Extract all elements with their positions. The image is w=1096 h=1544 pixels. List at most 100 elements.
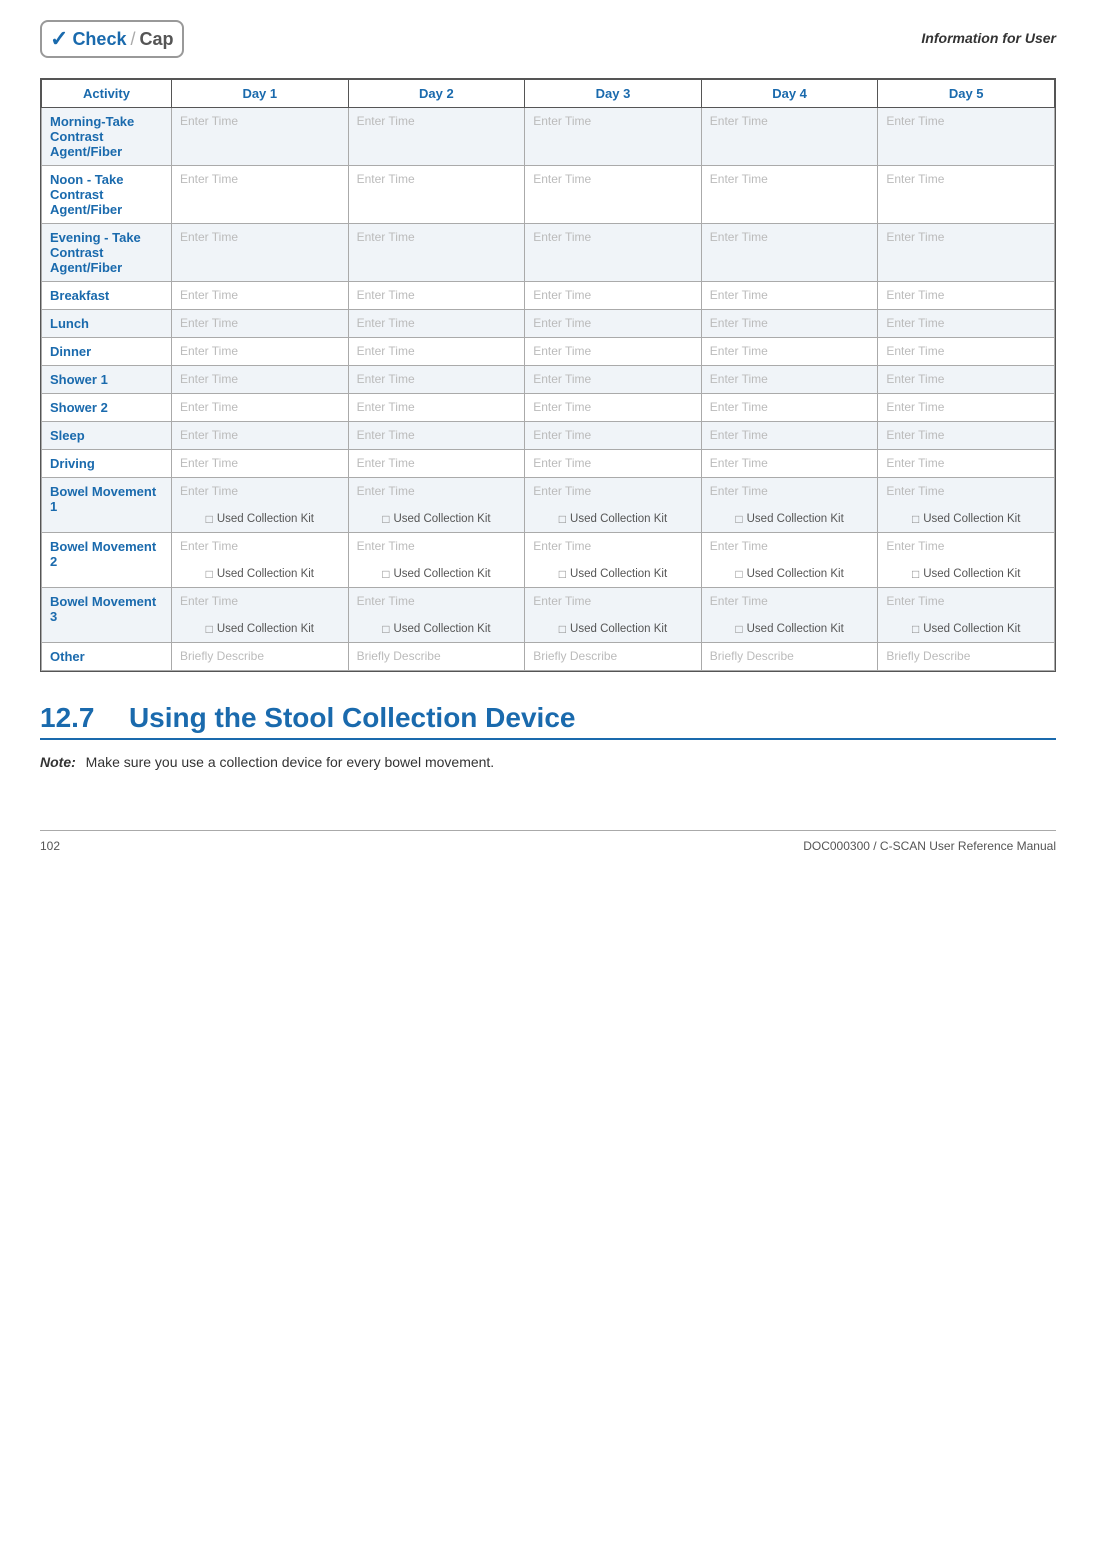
day-4-cell[interactable]: Enter Time [701,450,878,478]
enter-time-text[interactable]: Enter Time [886,400,944,414]
day-1-cell[interactable]: Enter Time □Used Collection Kit [172,533,349,588]
enter-time-text[interactable]: Enter Time [357,344,415,358]
day-3-cell[interactable]: Enter Time□Used Collection Kit [525,533,702,588]
enter-time-text[interactable]: Enter Time [710,484,870,498]
day-4-cell[interactable]: Enter Time [701,108,878,166]
enter-time-text[interactable]: Enter Time [533,316,591,330]
checkbox-row[interactable]: □Used Collection Kit [357,622,517,636]
day-5-cell[interactable]: Enter Time [878,224,1055,282]
enter-time-text[interactable]: Enter Time [180,428,238,442]
enter-time-text[interactable]: Enter Time [357,484,517,498]
enter-time-text[interactable]: Enter Time [357,114,415,128]
day-4-cell[interactable]: Enter Time [701,366,878,394]
enter-time-text[interactable]: Enter Time [533,400,591,414]
enter-time-text[interactable]: Enter Time [533,539,693,553]
enter-time-text[interactable]: Enter Time [533,484,693,498]
checkbox-row[interactable]: □Used Collection Kit [710,512,870,526]
enter-time-text[interactable]: Enter Time [533,288,591,302]
checkbox-icon[interactable]: □ [912,622,919,636]
checkbox-icon[interactable]: □ [912,567,919,581]
day-2-cell[interactable]: Enter Time [348,450,525,478]
enter-time-text[interactable]: Enter Time [886,344,944,358]
enter-time-text[interactable]: Enter Time [886,484,1046,498]
day-4-cell[interactable]: Briefly Describe [701,643,878,671]
enter-time-text[interactable]: Enter Time [533,428,591,442]
day-3-cell[interactable]: Enter Time [525,224,702,282]
day-1-cell[interactable]: Enter Time [172,108,349,166]
day-5-cell[interactable]: Enter Time [878,310,1055,338]
enter-time-text[interactable]: Enter Time [533,594,693,608]
enter-time-text[interactable]: Enter Time [180,172,238,186]
enter-time-text[interactable]: Enter Time [710,172,768,186]
checkbox-row[interactable]: □Used Collection Kit [180,567,340,581]
enter-time-text[interactable]: Enter Time [180,456,238,470]
enter-time-text[interactable]: Enter Time [180,372,238,386]
day-5-cell[interactable]: Enter Time [878,338,1055,366]
day-1-cell[interactable]: Enter Time [172,422,349,450]
enter-time-text[interactable]: Enter Time [886,288,944,302]
day-5-cell[interactable]: Enter Time□Used Collection Kit [878,533,1055,588]
day-2-cell[interactable]: Enter Time [348,224,525,282]
checkbox-row[interactable]: □Used Collection Kit [886,512,1046,526]
enter-time-text[interactable]: Enter Time [710,372,768,386]
day-2-cell[interactable]: Enter Time [348,394,525,422]
day-4-cell[interactable]: Enter Time □Used Collection Kit [701,533,878,588]
day-3-cell[interactable]: Enter Time [525,366,702,394]
day-3-cell[interactable]: Briefly Describe [525,643,702,671]
day-4-cell[interactable]: Enter Time [701,224,878,282]
day-4-cell[interactable]: Enter Time [701,310,878,338]
enter-time-text[interactable]: Enter Time [357,594,517,608]
enter-time-text[interactable]: Enter Time [180,316,238,330]
day-5-cell[interactable]: Enter Time □Used Collection Kit [878,478,1055,533]
day-2-cell[interactable]: Enter Time [348,366,525,394]
enter-time-text[interactable]: Enter Time [180,594,340,608]
enter-time-text[interactable]: Enter Time [886,456,944,470]
day-2-cell[interactable]: Enter Time [348,282,525,310]
checkbox-icon[interactable]: □ [735,512,742,526]
day-3-cell[interactable]: Enter Time [525,450,702,478]
day-4-cell[interactable]: Enter Time [701,422,878,450]
checkbox-icon[interactable]: □ [559,622,566,636]
enter-time-text[interactable]: Enter Time [710,539,870,553]
enter-time-text[interactable]: Enter Time [710,400,768,414]
enter-time-text[interactable]: Enter Time [533,230,591,244]
day-5-cell[interactable]: Enter Time [878,394,1055,422]
enter-time-text[interactable]: Enter Time [886,594,1046,608]
day-1-cell[interactable]: Enter Time [172,310,349,338]
checkbox-row[interactable]: □Used Collection Kit [180,622,340,636]
day-3-cell[interactable]: Enter Time [525,338,702,366]
checkbox-icon[interactable]: □ [559,512,566,526]
enter-time-text[interactable]: Enter Time [357,316,415,330]
checkbox-row[interactable]: □Used Collection Kit [180,512,340,526]
checkbox-icon[interactable]: □ [559,567,566,581]
enter-time-text[interactable]: Enter Time [886,230,944,244]
day-3-cell[interactable]: Enter Time [525,422,702,450]
day-4-cell[interactable]: Enter Time□Used Collection Kit [701,588,878,643]
checkbox-row[interactable]: □Used Collection Kit [357,512,517,526]
day-1-cell[interactable]: Enter Time □Used Collection Kit [172,588,349,643]
enter-time-text[interactable]: Enter Time [180,539,340,553]
day-1-cell[interactable]: Enter Time [172,338,349,366]
enter-time-text[interactable]: Enter Time [533,456,591,470]
enter-time-text[interactable]: Enter Time [533,114,591,128]
enter-time-text[interactable]: Enter Time [710,230,768,244]
day-2-cell[interactable]: Enter Time□Used Collection Kit [348,533,525,588]
enter-time-text[interactable]: Enter Time [710,316,768,330]
checkbox-row[interactable]: □Used Collection Kit [886,567,1046,581]
enter-time-text[interactable]: Enter Time [357,428,415,442]
checkbox-icon[interactable]: □ [382,512,389,526]
enter-time-text[interactable]: Enter Time [710,288,768,302]
day-2-cell[interactable]: Enter Time □Used Collection Kit [348,478,525,533]
day-1-cell[interactable]: Enter Time□Used Collection Kit [172,478,349,533]
day-2-cell[interactable]: Enter Time [348,422,525,450]
enter-time-text[interactable]: Enter Time [533,344,591,358]
day-1-cell[interactable]: Enter Time [172,394,349,422]
day-3-cell[interactable]: Enter Time [525,108,702,166]
day-2-cell[interactable]: Enter Time [348,166,525,224]
day-2-cell[interactable]: Enter Time □Used Collection Kit [348,588,525,643]
day-2-cell[interactable]: Enter Time [348,310,525,338]
checkbox-row[interactable]: □Used Collection Kit [710,567,870,581]
day-5-cell[interactable]: Enter Time [878,166,1055,224]
day-5-cell[interactable]: Enter Time□Used Collection Kit [878,588,1055,643]
enter-time-text[interactable]: Enter Time [886,316,944,330]
